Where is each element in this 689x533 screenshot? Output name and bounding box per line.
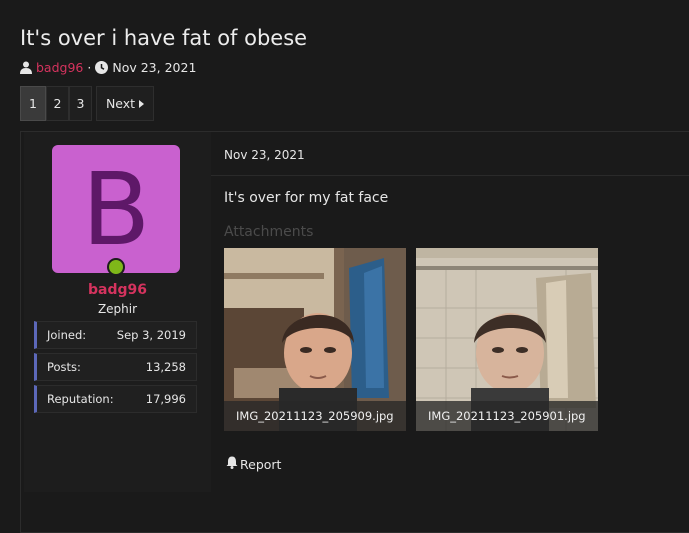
attachment-thumbnail[interactable]: IMG_20211123_205909.jpg [224, 248, 406, 431]
page-2-button[interactable]: 2 [46, 86, 69, 121]
user-title: Zephir [97, 302, 138, 316]
pagination: 1 2 3 Next [20, 86, 154, 121]
stat-joined: Joined: Sep 3, 2019 [34, 321, 197, 349]
thread-meta: badg96 · Nov 23, 2021 [20, 60, 196, 75]
attachment-filename: IMG_20211123_205901.jpg [416, 401, 598, 431]
username-link[interactable]: badg96 [24, 282, 211, 298]
caret-right-icon [139, 96, 145, 111]
next-page-button[interactable]: Next [96, 86, 154, 121]
report-label: Report [240, 456, 282, 472]
post-divider [211, 175, 689, 176]
report-button[interactable]: Report [226, 456, 281, 472]
user-icon [20, 61, 32, 74]
page-1-button[interactable]: 1 [20, 86, 46, 121]
stat-label: Joined: [47, 328, 87, 342]
post-date[interactable]: Nov 23, 2021 [224, 148, 305, 162]
avatar[interactable]: B [52, 145, 180, 273]
page-3-button[interactable]: 3 [69, 86, 92, 121]
next-label: Next [105, 96, 136, 111]
thread-title: It's over i have fat of obese [20, 26, 308, 50]
stat-value: 13,258 [145, 360, 186, 374]
avatar-letter: B [81, 150, 151, 268]
thread-author-link[interactable]: badg96 [36, 60, 83, 75]
meta-separator: · [87, 60, 92, 75]
bell-icon [226, 456, 238, 472]
clock-icon [95, 61, 109, 74]
post-body: It's over for my fat face [224, 190, 389, 206]
online-indicator [107, 258, 125, 276]
stat-label: Reputation: [47, 392, 114, 406]
stat-posts: Posts: 13,258 [34, 353, 197, 381]
attachments-label: Attachments [224, 224, 314, 240]
attachment-thumbnail[interactable]: IMG_20211123_205901.jpg [416, 248, 598, 431]
stat-reputation: Reputation: 17,996 [34, 385, 197, 413]
stat-label: Posts: [47, 360, 81, 374]
stat-value: 17,996 [145, 392, 186, 406]
attachment-filename: IMG_20211123_205909.jpg [224, 401, 406, 431]
stat-value: Sep 3, 2019 [116, 328, 186, 342]
thread-date[interactable]: Nov 23, 2021 [112, 60, 196, 75]
